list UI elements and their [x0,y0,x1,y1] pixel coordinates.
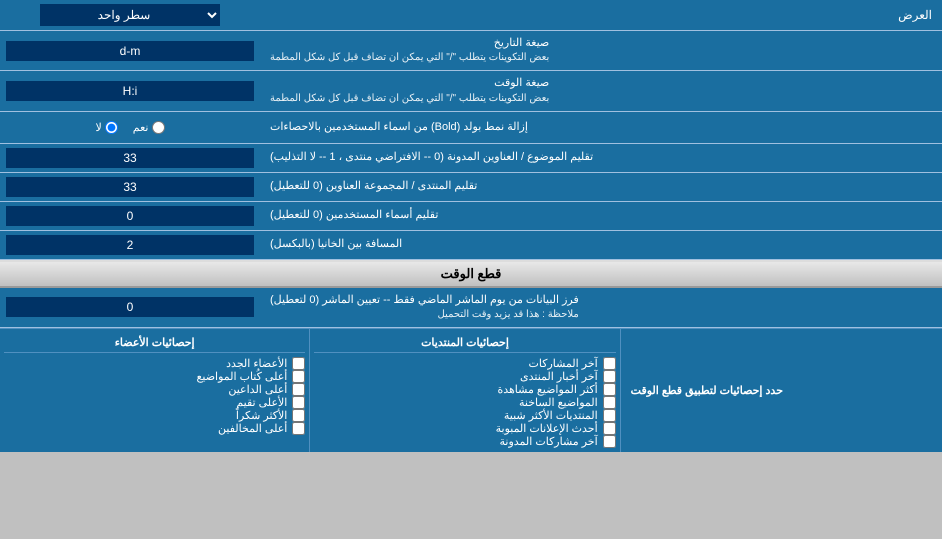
checkbox-top-rated-input[interactable] [292,396,305,409]
date-format-label: صيغة التاريخ بعض التكوينات يتطلب "/" الت… [260,31,942,70]
order-users-row: تقليم أسماء المستخدمين (0 للتعطيل) 0 [0,202,942,231]
checkbox-most-viewed: أكثر المواضيع مشاهدة [314,383,615,396]
display-label: العرض [260,2,942,28]
bold-radio-group: نعم لا [91,116,170,139]
order-subjects-input[interactable]: 33 [6,148,254,168]
checkbox-most-thanks: الأكثر شكراً [4,409,305,422]
order-subjects-row: تقليم الموضوع / العناوين المدونة (0 -- ا… [0,144,942,173]
bold-no-radio[interactable] [105,121,118,134]
checkbox-forum-news-input[interactable] [603,370,616,383]
checkbox-blog-posts: آخر مشاركات المدونة [314,435,615,448]
checkbox-most-thanks-input[interactable] [292,409,305,422]
time-format-input[interactable]: H:i [6,81,254,101]
checkbox-most-similar-input[interactable] [603,409,616,422]
display-row: العرض سطر واحد سطرين ثلاثة أسطر [0,0,942,31]
order-users-input-area: 0 [0,202,260,230]
date-format-input-area: d-m [0,31,260,70]
forums-stats-header: إحصائيات المنتديات [314,333,615,353]
bold-no-option[interactable]: لا [96,121,118,134]
realtime-input[interactable]: 0 [6,297,254,317]
checkbox-hot-topics-input[interactable] [603,396,616,409]
bold-remove-label: إزالة نمط بولد (Bold) من اسماء المستخدمي… [260,112,942,143]
date-format-input[interactable]: d-m [6,41,254,61]
checkbox-top-posters-input[interactable] [292,370,305,383]
checkboxes-section: حدد إحصائيات لتطبيق قطع الوقت إحصائيات ا… [0,328,942,452]
checkbox-forum-news: آخر أخبار المنتدى [314,370,615,383]
order-forums-label: تقليم المنتدى / المجموعة العناوين (0 للت… [260,173,942,201]
checkbox-most-viewed-input[interactable] [603,383,616,396]
bold-yes-option[interactable]: نعم [133,121,165,134]
order-forums-input-area: 33 [0,173,260,201]
checkbox-top-posters: أعلى كُتاب المواضيع [4,370,305,383]
order-users-label: تقليم أسماء المستخدمين (0 للتعطيل) [260,202,942,230]
checkbox-top-violators-input[interactable] [292,422,305,435]
order-subjects-input-area: 33 [0,144,260,172]
gap-input[interactable]: 2 [6,235,254,255]
checkbox-top-inviters-input[interactable] [292,383,305,396]
forums-stats-col: إحصائيات المنتديات آخر المشاركات آخر أخب… [309,329,619,452]
checkbox-blog-posts-input[interactable] [603,435,616,448]
checkbox-hot-topics: المواضيع الساخنة [314,396,615,409]
checkbox-new-members: الأعضاء الجدد [4,357,305,370]
time-format-label: صيغة الوقت بعض التكوينات يتطلب "/" التي … [260,71,942,110]
gap-label: المسافة بين الخانيا (بالبكسل) [260,231,942,259]
checkbox-top-rated: الأعلى تقيم [4,396,305,409]
members-stats-col: إحصائيات الأعضاء الأعضاء الجدد أعلى كُتا… [0,329,309,452]
realtime-input-area: 0 [0,288,260,327]
checkbox-last-posts-input[interactable] [603,357,616,370]
date-format-row: صيغة التاريخ بعض التكوينات يتطلب "/" الت… [0,31,942,71]
order-forums-input[interactable]: 33 [6,177,254,197]
bold-remove-radio-area: نعم لا [0,112,260,143]
checkbox-top-inviters: أعلى الداعين [4,383,305,396]
display-input-area: سطر واحد سطرين ثلاثة أسطر [0,0,260,30]
gap-input-area: 2 [0,231,260,259]
realtime-row: فرز البيانات من يوم الماشر الماضي فقط --… [0,288,942,328]
checkbox-latest-ads: أحدث الإعلانات المبوبة [314,422,615,435]
order-subjects-label: تقليم الموضوع / العناوين المدونة (0 -- ا… [260,144,942,172]
order-forums-row: تقليم المنتدى / المجموعة العناوين (0 للت… [0,173,942,202]
checkbox-limit-label: حدد إحصائيات لتطبيق قطع الوقت [620,329,942,452]
realtime-label: فرز البيانات من يوم الماشر الماضي فقط --… [260,288,942,327]
time-format-row: صيغة الوقت بعض التكوينات يتطلب "/" التي … [0,71,942,111]
bold-yes-radio[interactable] [152,121,165,134]
checkbox-new-members-input[interactable] [292,357,305,370]
display-select[interactable]: سطر واحد سطرين ثلاثة أسطر [40,4,220,26]
checkbox-last-posts: آخر المشاركات [314,357,615,370]
order-users-input[interactable]: 0 [6,206,254,226]
checkbox-most-similar: المنتديات الأكثر شبية [314,409,615,422]
gap-row: المسافة بين الخانيا (بالبكسل) 2 [0,231,942,260]
checkbox-latest-ads-input[interactable] [603,422,616,435]
realtime-section-header: قطع الوقت [0,260,942,288]
time-format-input-area: H:i [0,71,260,110]
members-stats-header: إحصائيات الأعضاء [4,333,305,353]
bold-remove-row: إزالة نمط بولد (Bold) من اسماء المستخدمي… [0,112,942,144]
checkbox-top-violators: أعلى المخالفين [4,422,305,435]
